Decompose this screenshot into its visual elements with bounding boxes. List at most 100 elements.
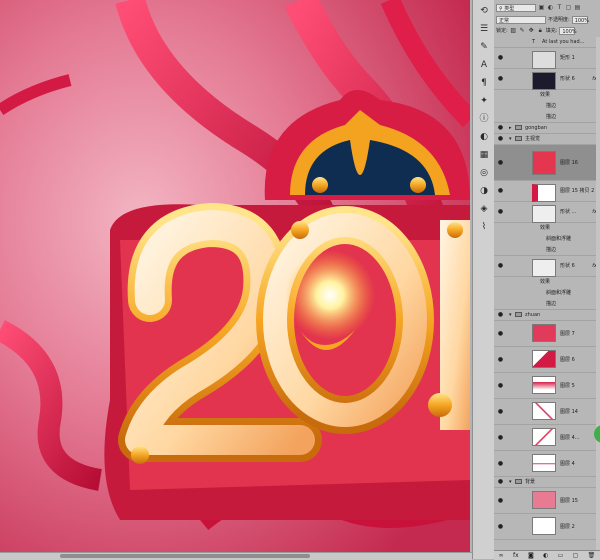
layer-name: 图层 16 (560, 159, 578, 166)
lock-position-icon[interactable]: ✥ (528, 27, 535, 34)
channels-icon[interactable]: ◎ (477, 166, 491, 180)
layer-list[interactable]: T At last you had... ● 矩形 1 ● 形状 6 fx 效果… (494, 37, 600, 550)
pixel-filter-icon[interactable]: ▣ (538, 4, 545, 11)
layer-thumbnail (532, 184, 556, 202)
group-name: 主视觉 (525, 136, 541, 142)
effect-row[interactable]: 效果 (494, 223, 600, 234)
layer-thumbnail (532, 517, 556, 535)
properties-icon[interactable]: ☰ (477, 22, 491, 36)
layer-row[interactable]: ● 图层 14 (494, 399, 600, 425)
eye-icon[interactable]: ● (497, 356, 504, 363)
shape-filter-icon[interactable]: ▢ (565, 4, 572, 11)
group-row[interactable]: ● ▾ 主视觉 (494, 134, 600, 145)
swatches-icon[interactable]: ▦ (477, 148, 491, 162)
tool-presets-icon[interactable]: ✦ (477, 94, 491, 108)
effect-row[interactable]: 斜面和浮雕 (494, 234, 600, 245)
character-icon[interactable]: A (477, 58, 491, 72)
layer-row[interactable]: ● 图层 15 (494, 488, 600, 514)
eye-icon[interactable]: ● (497, 136, 504, 142)
opacity-field[interactable]: 100% (571, 15, 589, 24)
scroll-thumb[interactable] (60, 554, 310, 558)
eye-icon[interactable]: ● (497, 159, 504, 166)
eye-icon[interactable]: ● (497, 408, 504, 415)
filter-kind-select[interactable]: ⚲ 类型 (496, 3, 536, 12)
group-row[interactable]: ● ▾ 背景 (494, 477, 600, 488)
eye-icon[interactable]: ● (497, 76, 504, 82)
layer-row[interactable]: ● 图层 7 (494, 321, 600, 347)
lock-pixels-icon[interactable]: ✎ (519, 27, 526, 34)
layers-scrollbar[interactable] (596, 37, 600, 550)
eye-icon[interactable]: ● (497, 330, 504, 337)
effect-row[interactable]: 斜面和浮雕 (494, 288, 600, 299)
adjust-filter-icon[interactable]: ◐ (547, 4, 554, 11)
layers-icon[interactable]: ◈ (477, 202, 491, 216)
eye-icon[interactable]: ● (497, 479, 504, 485)
layer-row[interactable]: ● 形状 6 fx (494, 256, 600, 277)
chevron-down-icon[interactable]: ▾ (509, 136, 512, 142)
eye-icon[interactable]: ● (497, 55, 504, 61)
effect-label: 描边 (546, 103, 557, 109)
eye-icon[interactable]: ● (497, 497, 504, 504)
opacity-label: 不透明度: (548, 17, 570, 23)
blend-mode-select[interactable]: 正常 (496, 15, 546, 24)
layer-row[interactable]: ● 图层 6 (494, 347, 600, 373)
layer-row[interactable]: ● 形状 6 fx (494, 69, 600, 90)
effect-row[interactable]: 效果 (494, 277, 600, 288)
color-icon[interactable]: ◐ (477, 130, 491, 144)
eye-icon[interactable]: ● (497, 125, 504, 131)
eye-icon[interactable]: ● (497, 312, 504, 318)
effect-row[interactable]: 描边 (494, 245, 600, 256)
lock-transparent-icon[interactable]: ▨ (510, 27, 517, 34)
effect-row[interactable]: 效果 (494, 90, 600, 101)
layer-row[interactable]: T At last you had... (494, 37, 600, 48)
paths-icon[interactable]: ⌇ (477, 220, 491, 234)
chevron-down-icon[interactable]: ▾ (509, 312, 512, 318)
effect-row[interactable]: 描边 (494, 101, 600, 112)
eye-icon[interactable]: ● (497, 382, 504, 389)
chevron-right-icon[interactable]: ▸ (509, 125, 512, 131)
eye-icon[interactable]: ● (497, 523, 504, 530)
layer-row[interactable]: ● 图层 4 (494, 451, 600, 477)
chevron-down-icon[interactable]: ▾ (509, 479, 512, 485)
eye-icon[interactable]: ● (497, 460, 504, 467)
layer-row[interactable]: ● 图层 2 (494, 514, 600, 540)
lock-all-icon[interactable]: 🔒︎ (537, 27, 544, 34)
group-row[interactable]: ● ▸ gongban (494, 123, 600, 134)
layer-row[interactable]: ● 图层 4... (494, 425, 600, 451)
layer-row[interactable]: ● 图层 5 (494, 373, 600, 399)
type-filter-icon[interactable]: T (556, 4, 563, 11)
eye-icon[interactable]: ● (497, 209, 504, 215)
link-icon[interactable]: ∞ (499, 552, 504, 559)
info-icon[interactable]: ⓘ (477, 112, 491, 126)
lock-bar: 锁定: ▨ ✎ ✥ 🔒︎ 填充: 100% (494, 25, 600, 36)
fx-icon[interactable]: fx (513, 552, 519, 559)
new-layer-icon[interactable]: ▢ (573, 552, 579, 559)
effect-row[interactable]: 描边 (494, 299, 600, 310)
fill-field[interactable]: 100% (559, 26, 577, 35)
effect-label: 斜面和浮雕 (546, 290, 572, 296)
folder-icon (515, 136, 522, 141)
visibility-off-icon[interactable] (497, 39, 504, 45)
brush-icon[interactable]: ✎ (477, 40, 491, 54)
effect-label: 描边 (546, 114, 557, 120)
effect-label: 效果 (540, 279, 551, 285)
eye-icon[interactable]: ● (497, 188, 504, 194)
trash-icon[interactable]: 🗑︎ (588, 552, 596, 559)
paragraph-icon[interactable]: ¶ (477, 76, 491, 90)
group-row[interactable]: ● ▾ zhuan (494, 310, 600, 321)
layer-thumbnail (532, 72, 556, 90)
smart-filter-icon[interactable]: ▤ (574, 4, 581, 11)
document-canvas[interactable] (0, 0, 470, 552)
eye-icon[interactable]: ● (497, 263, 504, 269)
eye-icon[interactable]: ● (497, 434, 504, 441)
layer-row[interactable]: ● 图层 15 拷贝 2 (494, 181, 600, 202)
layer-row[interactable]: ● 形状 ... fx (494, 202, 600, 223)
layer-row-selected[interactable]: ● 图层 16 (494, 145, 600, 181)
history-icon[interactable]: ⟲ (477, 4, 491, 18)
adjustments-icon[interactable]: ◑ (477, 184, 491, 198)
mask-icon[interactable]: ◙ (528, 552, 534, 559)
effect-row[interactable]: 描边 (494, 112, 600, 123)
group-icon[interactable]: ▭ (558, 552, 564, 559)
layer-row[interactable]: ● 矩形 1 (494, 48, 600, 69)
adjustment-icon[interactable]: ◐ (543, 552, 548, 559)
